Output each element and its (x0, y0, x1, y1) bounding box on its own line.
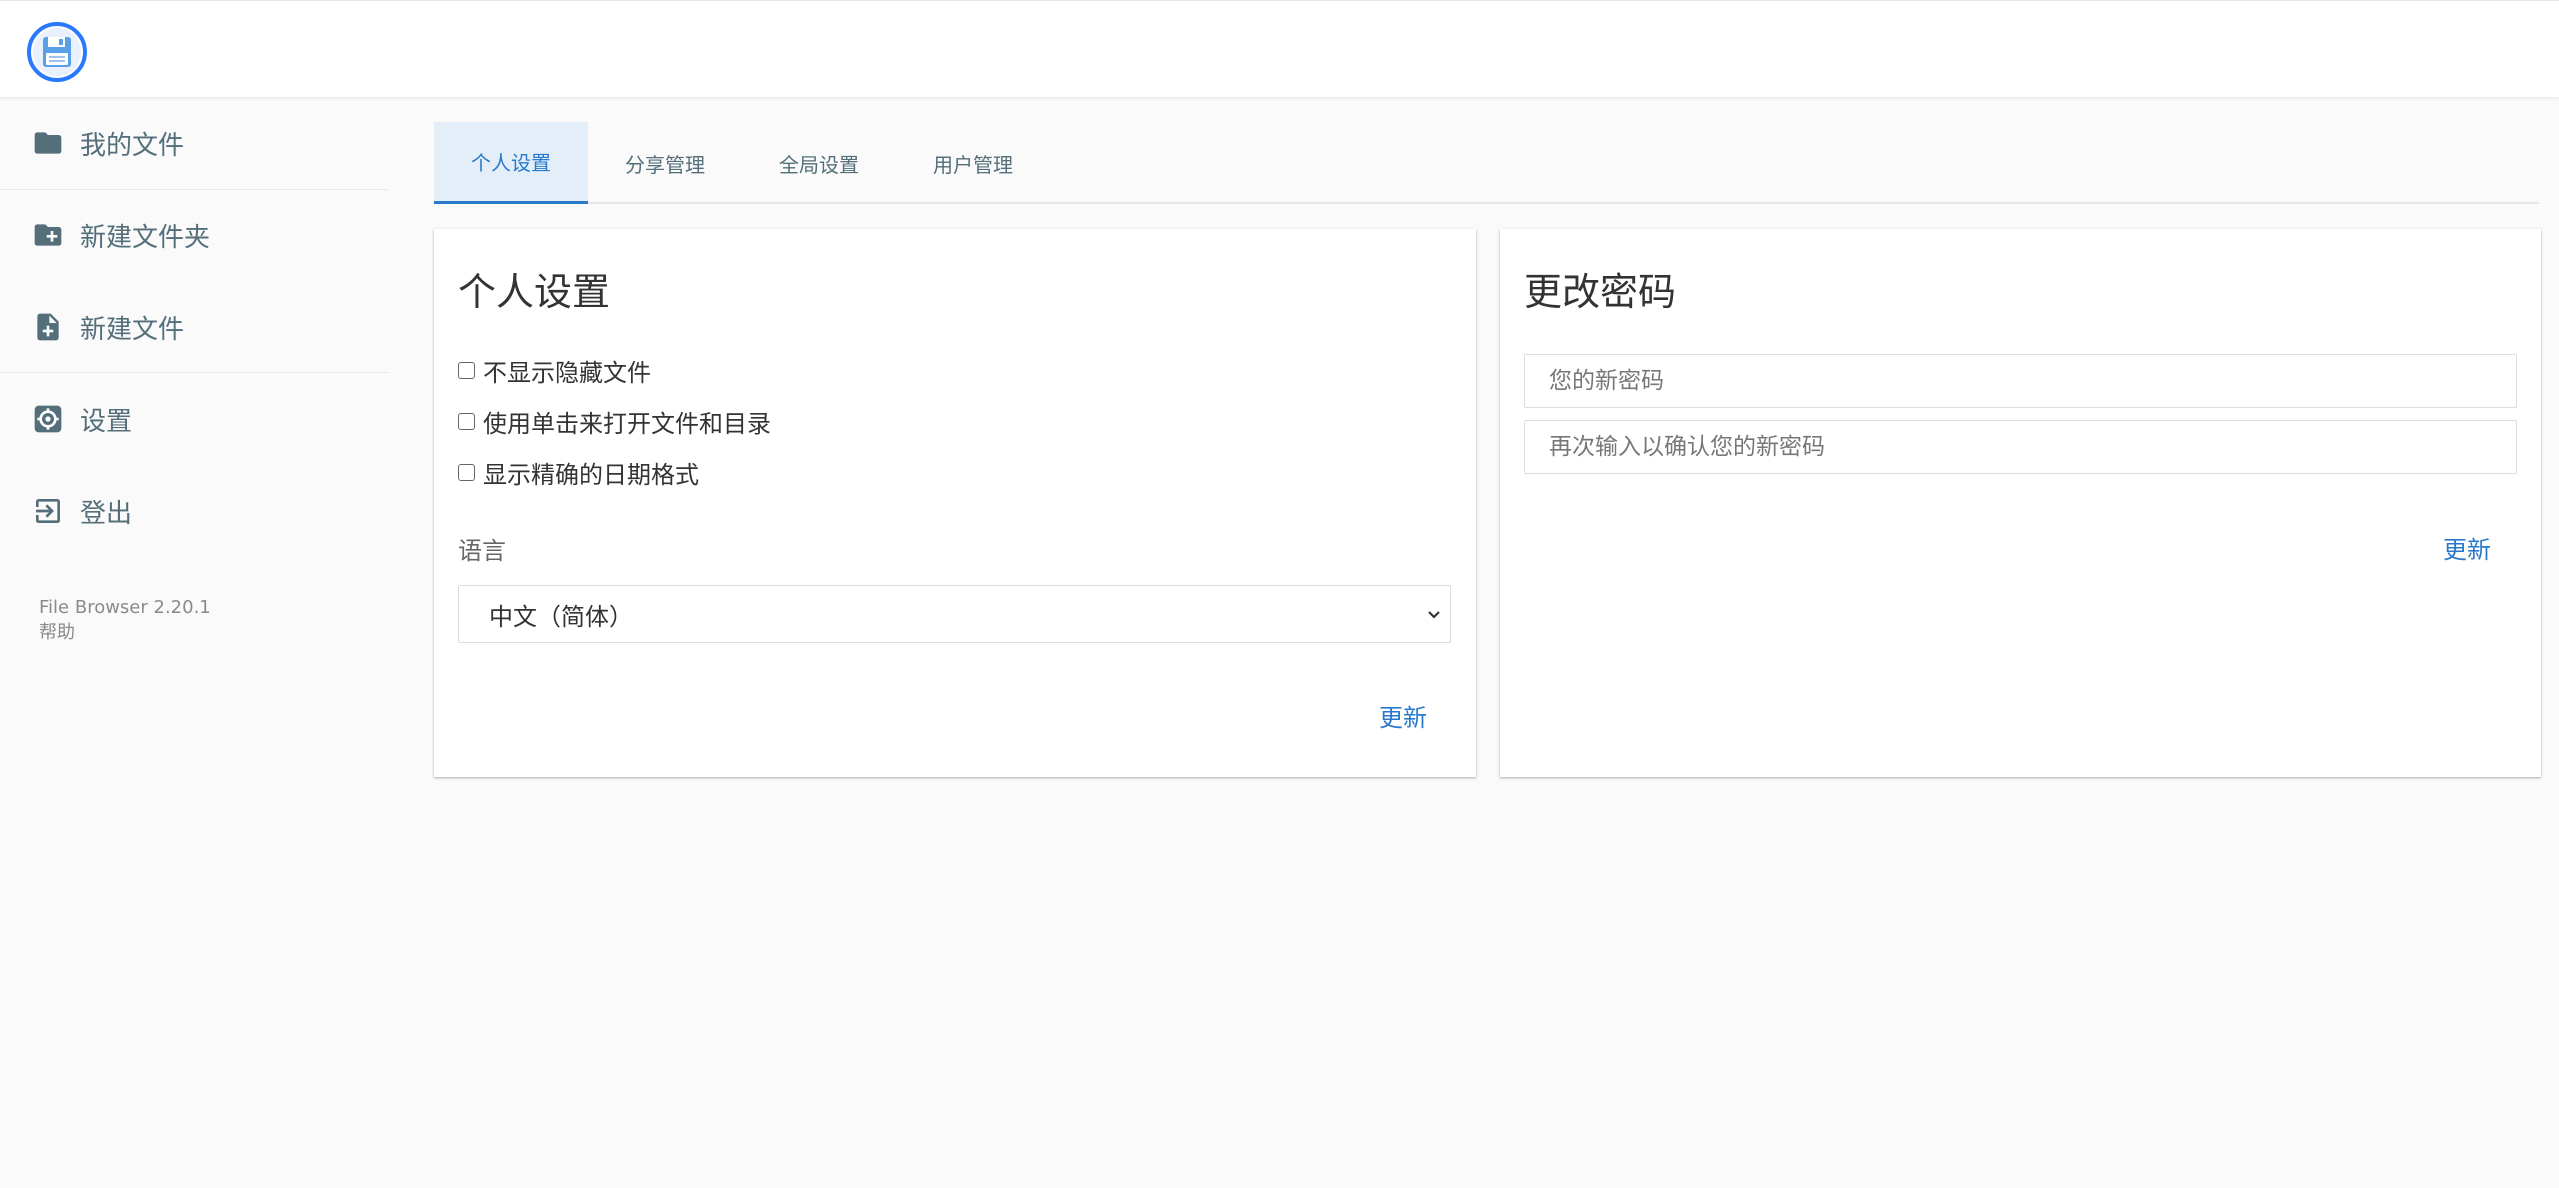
hide-dotfiles-checkbox[interactable] (458, 362, 475, 379)
option-label: 显示精确的日期格式 (483, 461, 699, 489)
option-hide-dotfiles[interactable]: 不显示隐藏文件 (458, 353, 651, 388)
sidebar-item-label: 新建文件夹 (80, 222, 211, 253)
option-label: 不显示隐藏文件 (483, 359, 651, 387)
tab-shares[interactable]: 分享管理 (588, 122, 742, 204)
card-title: 更改密码 (1524, 270, 1677, 314)
sidebar-item-settings[interactable]: 设置 (0, 387, 390, 451)
sidebar-item-my-files[interactable]: 我的文件 (0, 111, 390, 175)
exact-date-checkbox[interactable] (458, 464, 475, 481)
new-password-input[interactable] (1524, 354, 2517, 408)
option-label: 使用单击来打开文件和目录 (483, 410, 771, 438)
sidebar-item-label: 我的文件 (80, 130, 185, 161)
version-text[interactable]: File Browser 2.20.1 (39, 595, 211, 620)
sidebar: 我的文件 新建文件夹 新建文件 设置 登出 File Browser 2.20.… (0, 97, 390, 1188)
top-bar (0, 0, 2559, 97)
tab-global-settings[interactable]: 全局设置 (742, 122, 896, 204)
chevron-down-icon (1428, 611, 1440, 619)
card-title: 个人设置 (458, 270, 611, 314)
language-value: 中文（简体） (489, 602, 633, 631)
sidebar-divider (0, 372, 388, 373)
file-plus-icon (37, 313, 59, 341)
option-single-click[interactable]: 使用单击来打开文件和目录 (458, 404, 771, 439)
option-exact-date[interactable]: 显示精确的日期格式 (458, 455, 699, 490)
logout-icon (36, 499, 60, 523)
settings-tabs: 个人设置 分享管理 全局设置 用户管理 (434, 122, 2539, 204)
password-update-button[interactable]: 更新 (2443, 530, 2491, 565)
sidebar-item-label: 设置 (80, 406, 133, 437)
sidebar-item-logout[interactable]: 登出 (0, 479, 390, 543)
single-click-checkbox[interactable] (458, 413, 475, 430)
sidebar-item-label: 新建文件 (80, 314, 185, 345)
sidebar-divider (0, 189, 388, 190)
tab-user-management[interactable]: 用户管理 (896, 122, 1050, 204)
sidebar-item-label: 登出 (80, 498, 133, 529)
folder-plus-icon (34, 224, 62, 246)
sidebar-item-new-file[interactable]: 新建文件 (0, 295, 390, 359)
profile-update-button[interactable]: 更新 (1379, 698, 1427, 733)
credits: File Browser 2.20.1 帮助 (39, 595, 211, 645)
profile-settings-card: 个人设置 不显示隐藏文件 使用单击来打开文件和目录 显示精确的日期格式 语言 中… (434, 229, 1476, 777)
tab-profile[interactable]: 个人设置 (434, 122, 588, 204)
help-link[interactable]: 帮助 (39, 620, 211, 645)
sidebar-item-new-folder[interactable]: 新建文件夹 (0, 203, 390, 267)
folder-icon (34, 132, 62, 154)
language-label: 语言 (458, 537, 506, 565)
gear-icon (34, 405, 62, 433)
floppy-disk-icon[interactable] (27, 22, 87, 82)
change-password-card: 更改密码 更新 (1500, 229, 2541, 777)
language-select[interactable]: 中文（简体） (458, 585, 1451, 643)
confirm-password-input[interactable] (1524, 420, 2517, 474)
